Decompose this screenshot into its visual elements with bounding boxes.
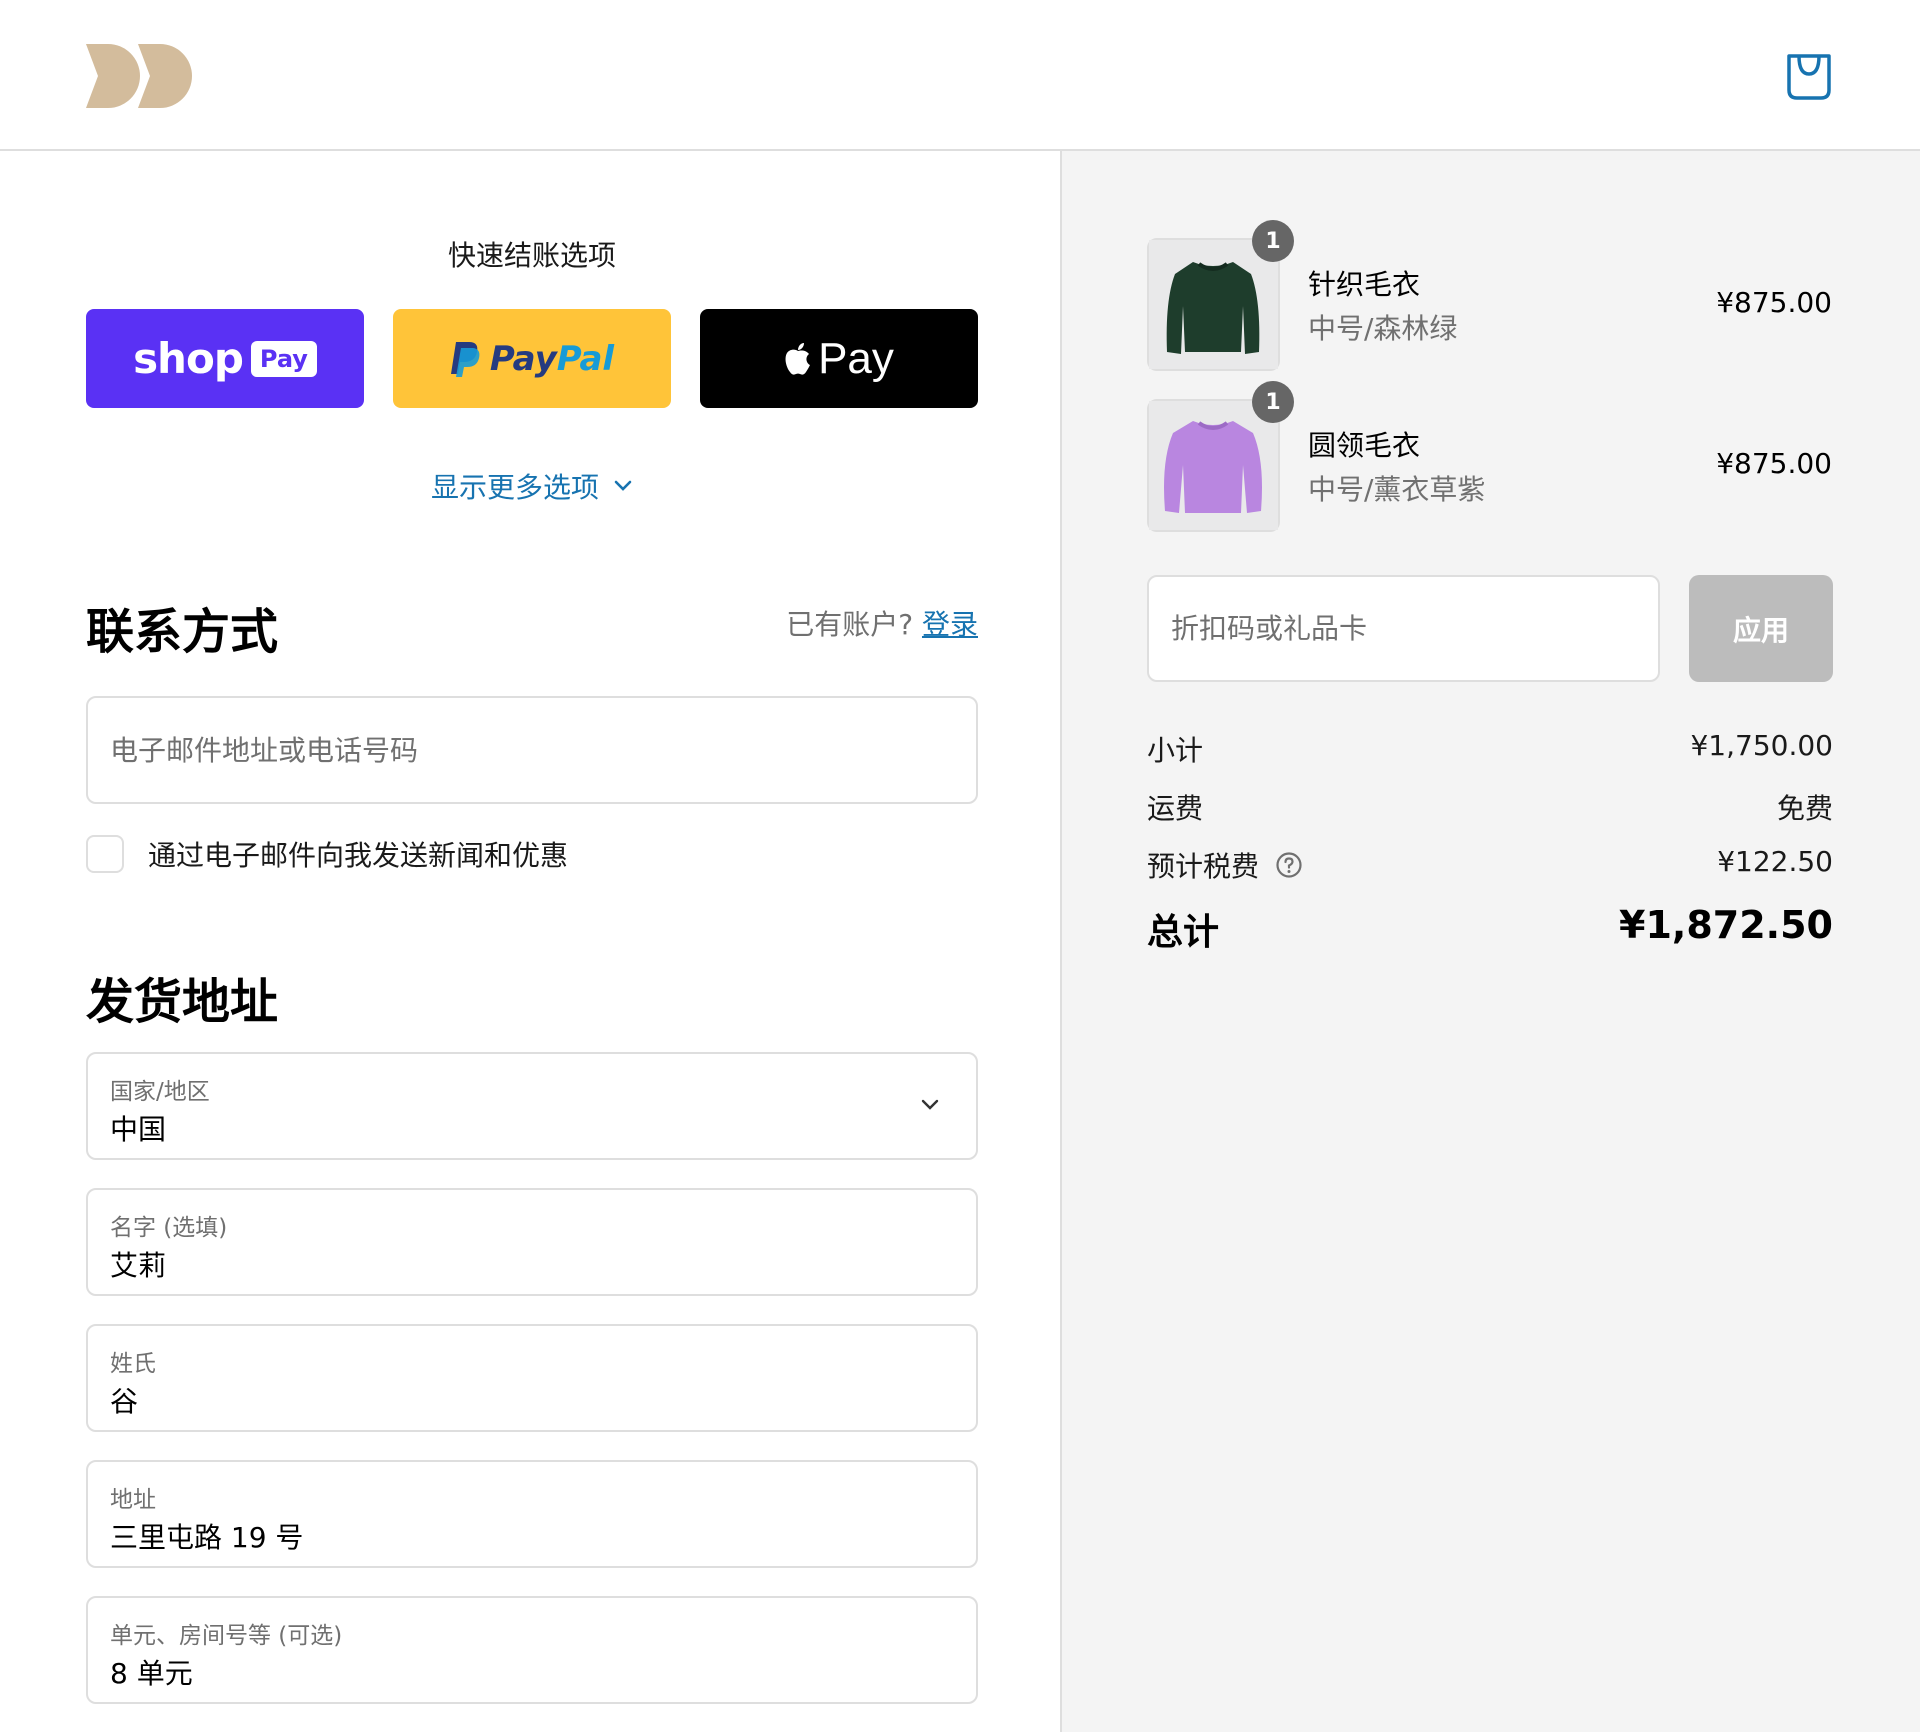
chevron-down-icon: [614, 480, 632, 491]
apple-logo-icon: [785, 342, 811, 375]
estimated-tax-value: ¥122.50: [1717, 845, 1833, 878]
subtotal-value: ¥1,750.00: [1690, 729, 1833, 762]
country-value: 中国: [110, 1113, 167, 1146]
shop-pay-wordmark: shop: [133, 334, 244, 383]
help-circle-icon[interactable]: [1275, 851, 1303, 879]
show-more-options-label: 显示更多选项: [430, 471, 599, 504]
quantity-badge: 1: [1252, 381, 1294, 423]
product-name: 针织毛衣: [1308, 268, 1421, 301]
green-sweater-image: [1149, 240, 1278, 369]
chevron-down-icon: [921, 1099, 939, 1110]
express-checkout-title: 快速结账选项: [447, 239, 616, 272]
brand-logo[interactable]: [86, 42, 206, 110]
last-name-field[interactable]: 姓氏 谷: [86, 1324, 978, 1432]
discount-code-input[interactable]: [1147, 575, 1660, 682]
first-name-field[interactable]: 名字 (选填) 艾莉: [86, 1188, 978, 1296]
newsletter-label: 通过电子邮件向我发送新闻和优惠: [148, 839, 569, 872]
apartment-label: 单元、房间号等 (可选): [110, 1623, 343, 1649]
last-name-value: 谷: [110, 1385, 139, 1418]
show-more-options-link[interactable]: 显示更多选项: [86, 466, 978, 506]
apartment-field[interactable]: 单元、房间号等 (可选) 8 单元: [86, 1596, 978, 1704]
subtotal-label: 小计: [1147, 734, 1204, 767]
lavender-sweater-image: [1149, 401, 1278, 530]
first-name-value: 艾莉: [110, 1249, 167, 1282]
address-label: 地址: [110, 1487, 156, 1513]
newsletter-checkbox[interactable]: [86, 835, 124, 873]
header: [0, 0, 1920, 151]
first-name-label: 名字 (选填): [110, 1215, 228, 1241]
login-link[interactable]: 登录: [922, 608, 978, 641]
apple-pay-button[interactable]: Pay: [700, 309, 978, 408]
estimated-tax-row: 预计税费: [1147, 845, 1303, 885]
paypal-wordmark: PayPal: [489, 338, 615, 379]
shop-pay-button[interactable]: shop Pay: [86, 309, 364, 408]
have-account-text: 已有账户?: [786, 608, 914, 641]
quantity-badge: 1: [1252, 220, 1294, 262]
paypal-icon: [450, 341, 480, 377]
contact-section-title: 联系方式: [86, 604, 279, 660]
apple-pay-label: Pay: [818, 333, 894, 383]
product-variant: 中号/森林绿: [1308, 312, 1458, 345]
address-field[interactable]: 地址 三里屯路 19 号: [86, 1460, 978, 1568]
apply-discount-button[interactable]: 应用: [1689, 575, 1833, 682]
total-label: 总计: [1147, 912, 1220, 953]
product-thumbnail-lavender-sweater: 1: [1147, 381, 1294, 532]
login-prompt: 已有账户? 登录: [786, 603, 978, 643]
shipping-section-title: 发货地址: [86, 974, 279, 1030]
product-price: ¥875.00: [1716, 447, 1832, 480]
total-value: ¥1,872.50: [1619, 903, 1833, 947]
newsletter-option: 通过电子邮件向我发送新闻和优惠: [86, 834, 568, 874]
shipping-cost-value: 免费: [1776, 792, 1833, 825]
product-name: 圆领毛衣: [1308, 429, 1421, 462]
product-price: ¥875.00: [1716, 286, 1832, 319]
product-variant: 中号/薰衣草紫: [1308, 473, 1486, 506]
email-or-phone-input[interactable]: [86, 696, 978, 804]
estimated-tax-label: 预计税费: [1147, 850, 1260, 883]
shipping-cost-label: 运费: [1147, 792, 1204, 825]
shop-pay-pill: Pay: [250, 340, 317, 377]
country-label: 国家/地区: [110, 1079, 210, 1105]
product-thumbnail-green-sweater: 1: [1147, 220, 1294, 371]
apartment-value: 8 单元: [110, 1657, 193, 1690]
shopping-bag-icon[interactable]: [1785, 52, 1833, 102]
address-value: 三里屯路 19 号: [110, 1521, 304, 1554]
last-name-label: 姓氏: [110, 1351, 156, 1377]
country-select[interactable]: 国家/地区 中国: [86, 1052, 978, 1160]
paypal-button[interactable]: PayPal: [393, 309, 671, 408]
